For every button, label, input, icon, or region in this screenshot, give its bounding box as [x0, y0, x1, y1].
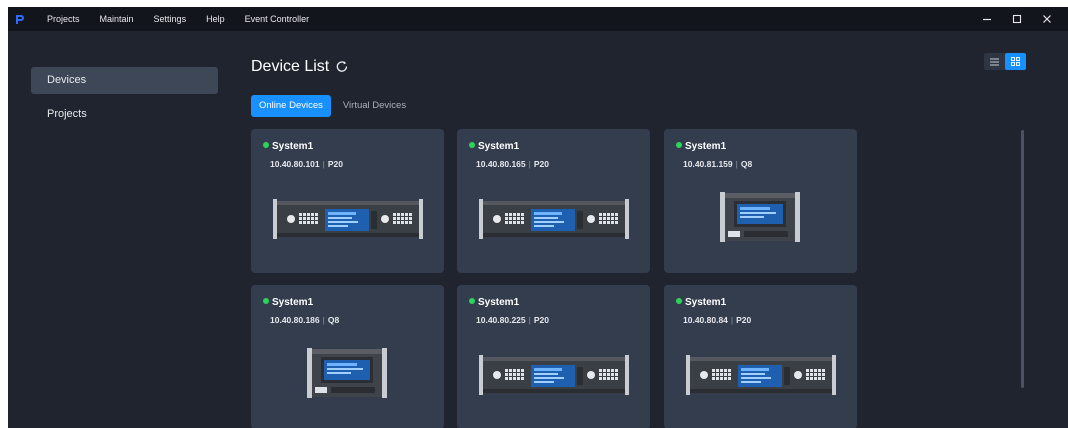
sidebar: Devices Projects — [8, 31, 228, 428]
device-address: 10.40.80.101 | P20 — [270, 159, 343, 169]
maximize-icon[interactable] — [1002, 7, 1032, 31]
p20-device-image — [479, 353, 629, 402]
list-view-icon[interactable] — [984, 53, 1005, 70]
device-name: System1 — [263, 141, 313, 152]
grid-view-icon[interactable] — [1005, 53, 1026, 70]
window-controls — [972, 7, 1062, 31]
online-status-icon — [676, 141, 682, 148]
device-model: Q8 — [740, 159, 753, 169]
close-icon[interactable] — [1032, 7, 1062, 31]
menu-settings[interactable]: Settings — [154, 14, 187, 24]
device-address: 10.40.80.225 | P20 — [476, 315, 549, 325]
device-card[interactable]: System1 10.40.80.165 | P20 — [457, 129, 650, 273]
tab-online-devices[interactable]: Online Devices — [251, 95, 331, 117]
device-name-label: System1 — [272, 297, 314, 308]
device-ip: 10.40.80.186 — [270, 315, 320, 325]
sidebar-item-projects[interactable]: Projects — [31, 101, 218, 128]
main-panel: Device List Online Devices Virtual Devic… — [228, 31, 1068, 428]
menu-bar: Projects Maintain Settings Help Event Co… — [8, 7, 1068, 31]
device-model: P20 — [533, 159, 549, 169]
device-ip: 10.40.80.225 — [476, 315, 526, 325]
device-address: 10.40.80.84 | P20 — [683, 315, 752, 325]
device-ip: 10.40.80.84 — [683, 315, 728, 325]
menu-maintain[interactable]: Maintain — [100, 14, 134, 24]
device-ip: 10.40.81.159 — [683, 159, 733, 169]
menu-help[interactable]: Help — [206, 14, 225, 24]
app-logo-icon — [15, 14, 25, 25]
menu-projects[interactable]: Projects — [47, 14, 80, 24]
device-model: Q8 — [327, 315, 340, 325]
tab-virtual-devices[interactable]: Virtual Devices — [335, 95, 414, 117]
device-address: 10.40.80.165 | P20 — [476, 159, 549, 169]
device-card[interactable]: System1 10.40.80.225 | P20 — [457, 285, 650, 428]
device-grid: System1 10.40.80.101 | P20 System1 10.40… — [251, 129, 1011, 428]
device-ip: 10.40.80.101 — [270, 159, 320, 169]
p20-device-image — [273, 197, 423, 246]
device-card[interactable]: System1 10.40.80.186 | Q8 — [251, 285, 444, 428]
online-status-icon — [676, 297, 682, 304]
device-name: System1 — [469, 141, 519, 152]
title-row: Device List — [251, 58, 349, 76]
app-window: Projects Maintain Settings Help Event Co… — [8, 7, 1068, 428]
device-address: 10.40.80.186 | Q8 — [270, 315, 340, 325]
online-status-icon — [469, 141, 475, 148]
view-toggle — [984, 53, 1026, 70]
device-ip: 10.40.80.165 — [476, 159, 526, 169]
q8-device-image — [307, 345, 387, 406]
device-card[interactable]: System1 10.40.80.101 | P20 — [251, 129, 444, 273]
p20-device-image — [686, 353, 836, 402]
menu-event-controller[interactable]: Event Controller — [245, 14, 310, 24]
device-name-label: System1 — [685, 141, 727, 152]
device-model: P20 — [533, 315, 549, 325]
minimize-icon[interactable] — [972, 7, 1002, 31]
refresh-icon[interactable] — [335, 60, 349, 74]
device-model: P20 — [327, 159, 343, 169]
device-name-label: System1 — [478, 141, 520, 152]
online-status-icon — [263, 297, 269, 304]
device-name-label: System1 — [478, 297, 520, 308]
scrollbar[interactable] — [1021, 130, 1024, 388]
device-card[interactable]: System1 10.40.81.159 | Q8 — [664, 129, 857, 273]
device-name: System1 — [676, 141, 726, 152]
q8-device-image — [720, 189, 800, 250]
online-status-icon — [263, 141, 269, 148]
device-card[interactable]: System1 10.40.80.84 | P20 — [664, 285, 857, 428]
p20-device-image — [479, 197, 629, 246]
device-address: 10.40.81.159 | Q8 — [683, 159, 753, 169]
device-name-label: System1 — [272, 141, 314, 152]
device-name-label: System1 — [685, 297, 727, 308]
page-title: Device List — [251, 58, 330, 75]
device-name: System1 — [263, 297, 313, 308]
device-model: P20 — [736, 315, 752, 325]
device-tabs: Online Devices Virtual Devices — [251, 95, 418, 117]
device-name: System1 — [469, 297, 519, 308]
device-name: System1 — [676, 297, 726, 308]
online-status-icon — [469, 297, 475, 304]
sidebar-item-devices[interactable]: Devices — [31, 67, 218, 94]
